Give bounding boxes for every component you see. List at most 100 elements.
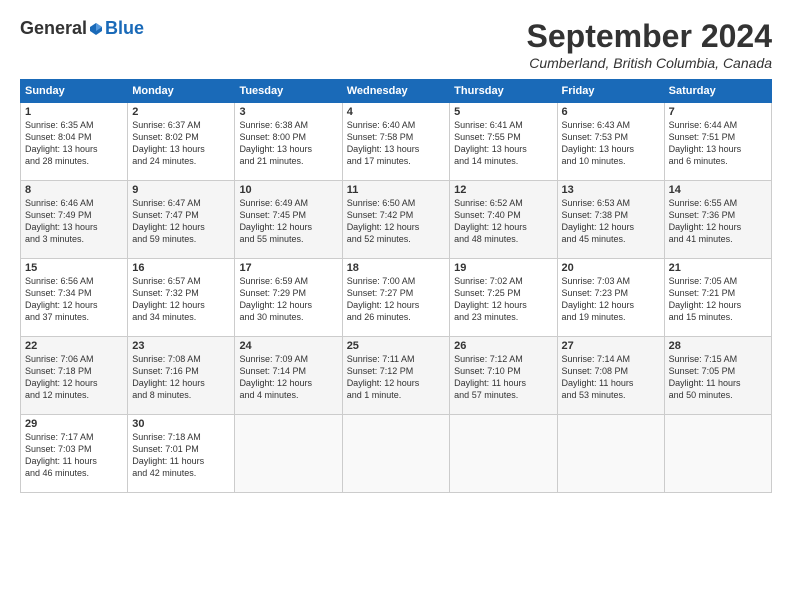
day-number: 23: [132, 340, 230, 352]
day-number: 30: [132, 418, 230, 430]
table-row: 9Sunrise: 6:47 AMSunset: 7:47 PMDaylight…: [128, 181, 235, 259]
day-info: Sunrise: 6:53 AMSunset: 7:38 PMDaylight:…: [562, 198, 635, 244]
table-row: 4 Sunrise: 6:40 AMSunset: 7:58 PMDaylight…: [342, 103, 449, 181]
day-number: 18: [347, 262, 445, 274]
day-number: 14: [669, 184, 767, 196]
day-info: Sunrise: 6:37 AMSunset: 8:02 PMDaylight:…: [132, 120, 205, 166]
day-info: Sunrise: 7:05 AMSunset: 7:21 PMDaylight:…: [669, 276, 742, 322]
table-row: 15 Sunrise: 6:56 AMSunset: 7:34 PMDayligh…: [21, 259, 128, 337]
day-number: 5: [454, 106, 552, 118]
table-row: 27Sunrise: 7:14 AMSunset: 7:08 PMDayligh…: [557, 337, 664, 415]
day-info: Sunrise: 7:06 AMSunset: 7:18 PMDaylight:…: [25, 354, 98, 400]
table-row: 29Sunrise: 7:17 AMSunset: 7:03 PMDayligh…: [21, 415, 128, 493]
table-row: 26 Sunrise: 7:12 AMSunset: 7:10 PMDayligh…: [450, 337, 557, 415]
calendar-body: 1 Sunrise: 6:35 AMSunset: 8:04 PMDaylight…: [21, 103, 772, 493]
day-info: Sunrise: 6:41 AMSunset: 7:55 PMDaylight:…: [454, 120, 527, 166]
day-number: 25: [347, 340, 445, 352]
day-info: Sunrise: 6:55 AMSunset: 7:36 PMDaylight:…: [669, 198, 742, 244]
logo-blue: Blue: [105, 18, 144, 39]
col-thursday: Thursday: [450, 80, 557, 103]
table-row: 30 Sunrise: 7:18 AMSunset: 7:01 PMDayligh…: [128, 415, 235, 493]
table-row: 28 Sunrise: 7:15 AMSunset: 7:05 PMDayligh…: [664, 337, 771, 415]
table-row: 11 Sunrise: 6:50 AMSunset: 7:42 PMDayligh…: [342, 181, 449, 259]
table-row: [450, 415, 557, 493]
day-number: 8: [25, 184, 123, 196]
col-sunday: Sunday: [21, 80, 128, 103]
day-number: 3: [239, 106, 337, 118]
week-row-5: 29Sunrise: 7:17 AMSunset: 7:03 PMDayligh…: [21, 415, 772, 493]
day-number: 21: [669, 262, 767, 274]
day-info: Sunrise: 7:14 AMSunset: 7:08 PMDaylight:…: [562, 354, 634, 400]
table-row: 21 Sunrise: 7:05 AMSunset: 7:21 PMDayligh…: [664, 259, 771, 337]
week-row-2: 8 Sunrise: 6:46 AMSunset: 7:49 PMDaylight…: [21, 181, 772, 259]
day-number: 6: [562, 106, 660, 118]
day-number: 13: [562, 184, 660, 196]
calendar: Sunday Monday Tuesday Wednesday Thursday…: [20, 79, 772, 493]
day-info: Sunrise: 6:43 AMSunset: 7:53 PMDaylight:…: [562, 120, 635, 166]
day-info: Sunrise: 6:59 AMSunset: 7:29 PMDaylight:…: [239, 276, 312, 322]
table-row: 20Sunrise: 7:03 AMSunset: 7:23 PMDayligh…: [557, 259, 664, 337]
day-number: 7: [669, 106, 767, 118]
table-row: 6 Sunrise: 6:43 AMSunset: 7:53 PMDaylight…: [557, 103, 664, 181]
col-tuesday: Tuesday: [235, 80, 342, 103]
table-row: 19 Sunrise: 7:02 AMSunset: 7:25 PMDayligh…: [450, 259, 557, 337]
day-number: 1: [25, 106, 123, 118]
table-row: 7Sunrise: 6:44 AMSunset: 7:51 PMDaylight…: [664, 103, 771, 181]
page: General Blue September 2024 Cumberland, …: [0, 0, 792, 612]
day-info: Sunrise: 6:50 AMSunset: 7:42 PMDaylight:…: [347, 198, 420, 244]
col-saturday: Saturday: [664, 80, 771, 103]
table-row: [235, 415, 342, 493]
table-row: 22 Sunrise: 7:06 AMSunset: 7:18 PMDayligh…: [21, 337, 128, 415]
day-info: Sunrise: 6:49 AMSunset: 7:45 PMDaylight:…: [239, 198, 312, 244]
day-number: 11: [347, 184, 445, 196]
header-row: Sunday Monday Tuesday Wednesday Thursday…: [21, 80, 772, 103]
day-info: Sunrise: 6:52 AMSunset: 7:40 PMDaylight:…: [454, 198, 527, 244]
week-row-3: 15 Sunrise: 6:56 AMSunset: 7:34 PMDayligh…: [21, 259, 772, 337]
table-row: 3 Sunrise: 6:38 AMSunset: 8:00 PMDaylight…: [235, 103, 342, 181]
day-info: Sunrise: 7:09 AMSunset: 7:14 PMDaylight:…: [239, 354, 312, 400]
day-info: Sunrise: 6:57 AMSunset: 7:32 PMDaylight:…: [132, 276, 205, 322]
table-row: 17 Sunrise: 6:59 AMSunset: 7:29 PMDayligh…: [235, 259, 342, 337]
day-info: Sunrise: 6:35 AMSunset: 8:04 PMDaylight:…: [25, 120, 98, 166]
table-row: 5 Sunrise: 6:41 AMSunset: 7:55 PMDaylight…: [450, 103, 557, 181]
day-number: 28: [669, 340, 767, 352]
header: General Blue September 2024 Cumberland, …: [20, 18, 772, 71]
day-info: Sunrise: 6:47 AMSunset: 7:47 PMDaylight:…: [132, 198, 205, 244]
day-info: Sunrise: 7:08 AMSunset: 7:16 PMDaylight:…: [132, 354, 205, 400]
day-number: 26: [454, 340, 552, 352]
title-block: September 2024 Cumberland, British Colum…: [527, 18, 772, 71]
table-row: [664, 415, 771, 493]
day-number: 4: [347, 106, 445, 118]
day-number: 19: [454, 262, 552, 274]
table-row: 18Sunrise: 7:00 AMSunset: 7:27 PMDayligh…: [342, 259, 449, 337]
day-info: Sunrise: 7:15 AMSunset: 7:05 PMDaylight:…: [669, 354, 741, 400]
day-info: Sunrise: 7:17 AMSunset: 7:03 PMDaylight:…: [25, 432, 97, 478]
day-info: Sunrise: 6:38 AMSunset: 8:00 PMDaylight:…: [239, 120, 312, 166]
day-info: Sunrise: 6:46 AMSunset: 7:49 PMDaylight:…: [25, 198, 98, 244]
day-number: 10: [239, 184, 337, 196]
table-row: 25 Sunrise: 7:11 AMSunset: 7:12 PMDayligh…: [342, 337, 449, 415]
day-number: 12: [454, 184, 552, 196]
col-monday: Monday: [128, 80, 235, 103]
day-info: Sunrise: 6:40 AMSunset: 7:58 PMDaylight:…: [347, 120, 420, 166]
day-info: Sunrise: 7:11 AMSunset: 7:12 PMDaylight:…: [347, 354, 420, 400]
table-row: 24 Sunrise: 7:09 AMSunset: 7:14 PMDayligh…: [235, 337, 342, 415]
day-number: 22: [25, 340, 123, 352]
day-info: Sunrise: 7:18 AMSunset: 7:01 PMDaylight:…: [132, 432, 204, 478]
day-number: 16: [132, 262, 230, 274]
day-info: Sunrise: 6:56 AMSunset: 7:34 PMDaylight:…: [25, 276, 98, 322]
main-title: September 2024: [527, 18, 772, 55]
table-row: [557, 415, 664, 493]
table-row: 16 Sunrise: 6:57 AMSunset: 7:32 PMDayligh…: [128, 259, 235, 337]
table-row: 8 Sunrise: 6:46 AMSunset: 7:49 PMDaylight…: [21, 181, 128, 259]
logo-flag-icon: [88, 21, 104, 37]
logo: General Blue: [20, 18, 144, 39]
table-row: 10 Sunrise: 6:49 AMSunset: 7:45 PMDayligh…: [235, 181, 342, 259]
day-number: 15: [25, 262, 123, 274]
day-info: Sunrise: 7:02 AMSunset: 7:25 PMDaylight:…: [454, 276, 527, 322]
day-info: Sunrise: 7:12 AMSunset: 7:10 PMDaylight:…: [454, 354, 526, 400]
day-number: 17: [239, 262, 337, 274]
logo-text: General Blue: [20, 18, 144, 39]
col-friday: Friday: [557, 80, 664, 103]
day-number: 24: [239, 340, 337, 352]
